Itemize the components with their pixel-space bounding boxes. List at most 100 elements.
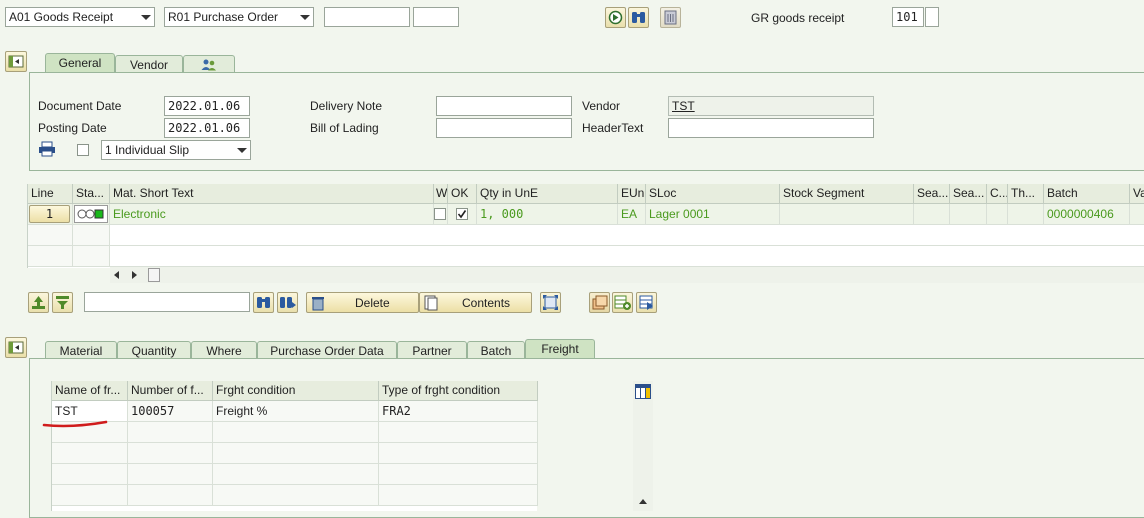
scroll-left-icon[interactable] bbox=[114, 271, 119, 279]
item-w-checkbox[interactable] bbox=[434, 208, 446, 220]
freight-table-scrollbar[interactable] bbox=[633, 381, 653, 511]
print-checkbox[interactable] bbox=[77, 144, 89, 156]
add-row-icon bbox=[614, 295, 631, 310]
document-date-label: Document Date bbox=[38, 99, 122, 113]
collapse-all-button[interactable] bbox=[52, 292, 73, 313]
column-header-status[interactable]: Sta... bbox=[73, 184, 110, 204]
header-text-label: HeaderText bbox=[582, 121, 644, 135]
document-date-input[interactable]: 2022.01.06 bbox=[164, 96, 250, 116]
item-batch-cell[interactable]: 0000000406 bbox=[1044, 204, 1130, 225]
insert-row-icon bbox=[639, 295, 653, 310]
freight-table: Name of fr... Number of f... Frght condi… bbox=[51, 381, 538, 511]
freight-empty-cell bbox=[379, 443, 538, 464]
item-c-cell[interactable] bbox=[987, 204, 1008, 225]
expand-all-button[interactable] bbox=[28, 292, 49, 313]
item-va-cell[interactable] bbox=[1130, 204, 1144, 225]
column-header-short-text[interactable]: Mat. Short Text bbox=[110, 184, 434, 204]
item-overview-table: Line Sta... Mat. Short Text W OK Qty in … bbox=[27, 184, 1144, 268]
scroll-up-icon[interactable] bbox=[639, 499, 647, 504]
column-header-eun[interactable]: EUn bbox=[618, 184, 646, 204]
reference-item-input[interactable] bbox=[413, 7, 459, 27]
execute-button[interactable] bbox=[605, 7, 626, 28]
column-config-icon[interactable] bbox=[635, 384, 651, 399]
item-w-cell[interactable] bbox=[434, 204, 448, 225]
freight-panel: Name of fr... Number of f... Frght condi… bbox=[29, 358, 1144, 518]
vendor-value: TST bbox=[672, 99, 695, 113]
column-header-sea-1[interactable]: Sea... bbox=[914, 184, 950, 204]
column-header-batch[interactable]: Batch bbox=[1044, 184, 1130, 204]
detail-toggle-button[interactable] bbox=[5, 337, 27, 358]
header-text-input[interactable] bbox=[668, 118, 874, 138]
column-header-w[interactable]: W bbox=[434, 184, 448, 204]
column-header-sea-2[interactable]: Sea... bbox=[950, 184, 987, 204]
chevron-down-icon bbox=[141, 15, 151, 20]
freight-empty-cell bbox=[52, 485, 128, 506]
item-qty-cell[interactable]: 1, 000 bbox=[477, 204, 618, 225]
find-next-button[interactable] bbox=[277, 292, 298, 313]
insert-item-button[interactable] bbox=[636, 292, 657, 313]
item-table-scrollbar[interactable] bbox=[110, 267, 1144, 283]
column-header-line[interactable]: Line bbox=[28, 184, 73, 204]
freight-type-cell[interactable]: FRA2 bbox=[379, 401, 538, 422]
empty-row-status bbox=[73, 246, 110, 267]
movement-type-label: GR goods receipt bbox=[751, 11, 845, 25]
movement-type-input[interactable]: 101 bbox=[892, 7, 924, 27]
item-ok-cell[interactable] bbox=[448, 204, 477, 225]
column-header-freight-name[interactable]: Name of fr... bbox=[52, 381, 128, 401]
calculator-button[interactable] bbox=[660, 7, 681, 28]
header-general-panel: Document Date 2022.01.06 Posting Date 20… bbox=[29, 72, 1144, 171]
header-toggle-button[interactable] bbox=[5, 51, 27, 72]
transaction-select[interactable]: A01 Goods Receipt bbox=[5, 7, 155, 27]
freight-empty-cell bbox=[379, 422, 538, 443]
column-header-th[interactable]: Th... bbox=[1008, 184, 1044, 204]
column-header-freight-type[interactable]: Type of frght condition bbox=[379, 381, 538, 401]
fit-columns-button[interactable] bbox=[540, 292, 561, 313]
column-header-freight-condition[interactable]: Frght condition bbox=[213, 381, 379, 401]
column-header-c[interactable]: C... bbox=[987, 184, 1008, 204]
red-underline-annotation bbox=[42, 420, 108, 428]
traffic-light-icon bbox=[74, 205, 108, 223]
item-eun-cell[interactable]: EA bbox=[618, 204, 646, 225]
tab-general[interactable]: General bbox=[45, 53, 115, 74]
item-stock-segment-cell[interactable] bbox=[780, 204, 914, 225]
calculator-icon bbox=[664, 10, 677, 25]
line-number-button[interactable]: 1 bbox=[29, 205, 70, 223]
print-version-select[interactable]: 1 Individual Slip bbox=[101, 140, 251, 160]
bill-of-lading-label: Bill of Lading bbox=[310, 121, 379, 135]
column-header-qty[interactable]: Qty in UnE bbox=[477, 184, 618, 204]
item-short-text-cell[interactable]: Electronic bbox=[110, 204, 434, 225]
scroll-thumb[interactable] bbox=[148, 268, 160, 282]
delete-button[interactable]: Delete bbox=[306, 292, 419, 313]
freight-condition-cell[interactable]: Freight % bbox=[213, 401, 379, 422]
reference-select[interactable]: R01 Purchase Order bbox=[164, 7, 314, 27]
add-item-button[interactable] bbox=[612, 292, 633, 313]
item-search-input[interactable] bbox=[84, 292, 250, 312]
movement-special-input[interactable] bbox=[925, 7, 939, 27]
reference-document-input[interactable] bbox=[324, 7, 410, 27]
column-header-sloc[interactable]: SLoc bbox=[646, 184, 780, 204]
tab-freight[interactable]: Freight bbox=[525, 339, 595, 360]
column-header-va[interactable]: Va bbox=[1130, 184, 1144, 204]
item-sea1-cell[interactable] bbox=[914, 204, 950, 225]
scroll-right-icon[interactable] bbox=[132, 271, 137, 279]
item-sea2-cell[interactable] bbox=[950, 204, 987, 225]
posting-date-input[interactable]: 2022.01.06 bbox=[164, 118, 250, 138]
find-item-button[interactable] bbox=[253, 292, 274, 313]
column-header-freight-number[interactable]: Number of f... bbox=[128, 381, 213, 401]
bill-of-lading-input[interactable] bbox=[436, 118, 572, 138]
freight-empty-cell bbox=[379, 485, 538, 506]
column-header-stock-segment[interactable]: Stock Segment bbox=[780, 184, 914, 204]
find-next-icon bbox=[280, 297, 296, 308]
item-ok-checkbox[interactable] bbox=[456, 208, 468, 220]
item-th-cell[interactable] bbox=[1008, 204, 1044, 225]
contents-button[interactable]: Contents bbox=[419, 292, 532, 313]
item-sloc-cell[interactable]: Lager 0001 bbox=[646, 204, 780, 225]
column-header-ok[interactable]: OK bbox=[448, 184, 477, 204]
item-line-cell[interactable]: 1 bbox=[28, 204, 73, 225]
print-icon bbox=[38, 141, 56, 157]
find-button[interactable] bbox=[628, 7, 649, 28]
copy-item-button[interactable] bbox=[589, 292, 610, 313]
chevron-down-icon bbox=[237, 148, 247, 153]
freight-number-cell[interactable]: 100057 bbox=[128, 401, 213, 422]
delivery-note-input[interactable] bbox=[436, 96, 572, 116]
